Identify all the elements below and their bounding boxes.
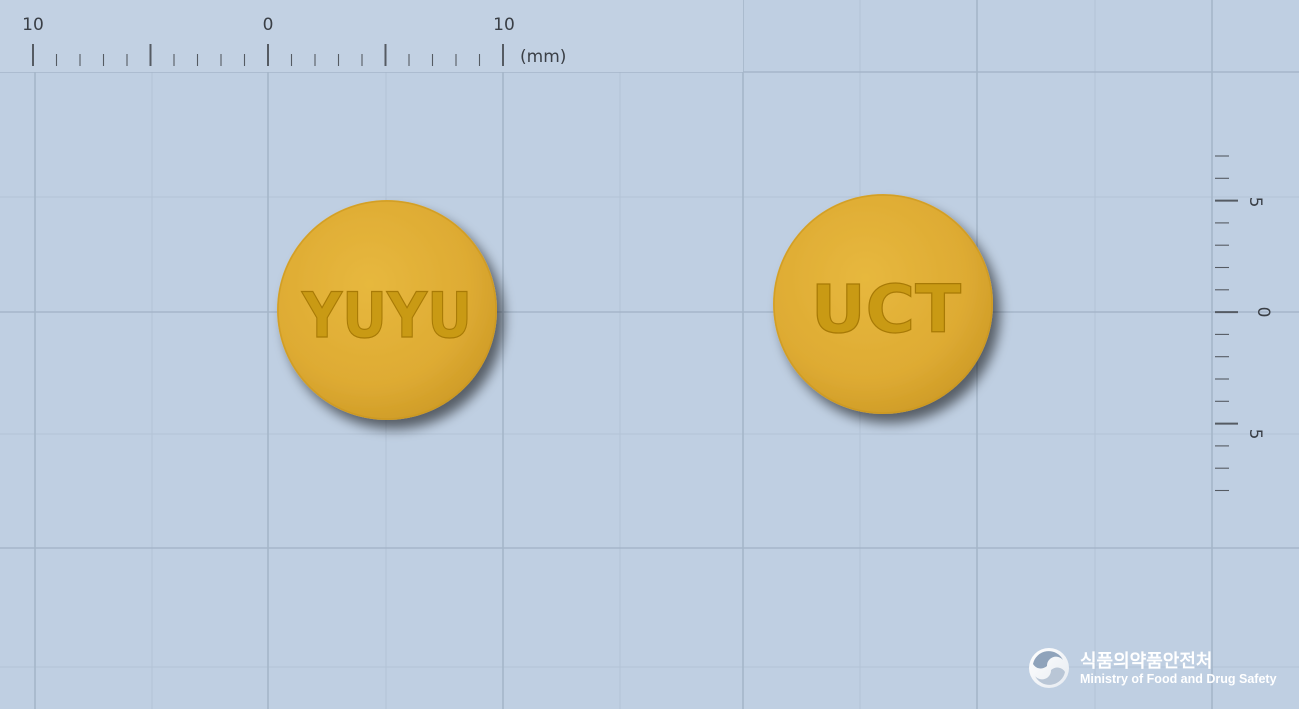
v-scale-label-center: 0 (1253, 307, 1273, 318)
tablet-front-imprint: YUYU (301, 279, 472, 352)
tablet-back-imprint: UCT (811, 271, 961, 348)
pill-photo: 10 0 10 (mm) 5 0 5 YUYU UCT 식품의약품안전처 Min… (0, 0, 1299, 709)
h-scale-label-left: 10 (22, 15, 44, 35)
agency-name-english: Ministry of Food and Drug Safety (1080, 672, 1277, 686)
v-scale-label-top: 5 (1245, 197, 1265, 208)
agency-logo (1029, 648, 1069, 688)
horizontal-ruler: 10 0 10 (mm) (0, 0, 743, 72)
v-scale-label-bottom: 5 (1245, 429, 1265, 440)
h-scale-unit: (mm) (520, 47, 566, 67)
background (0, 0, 1299, 709)
h-scale-label-center: 0 (263, 15, 274, 35)
h-scale-label-right: 10 (493, 15, 515, 35)
agency-name-korean: 식품의약품안전처 (1080, 650, 1212, 672)
